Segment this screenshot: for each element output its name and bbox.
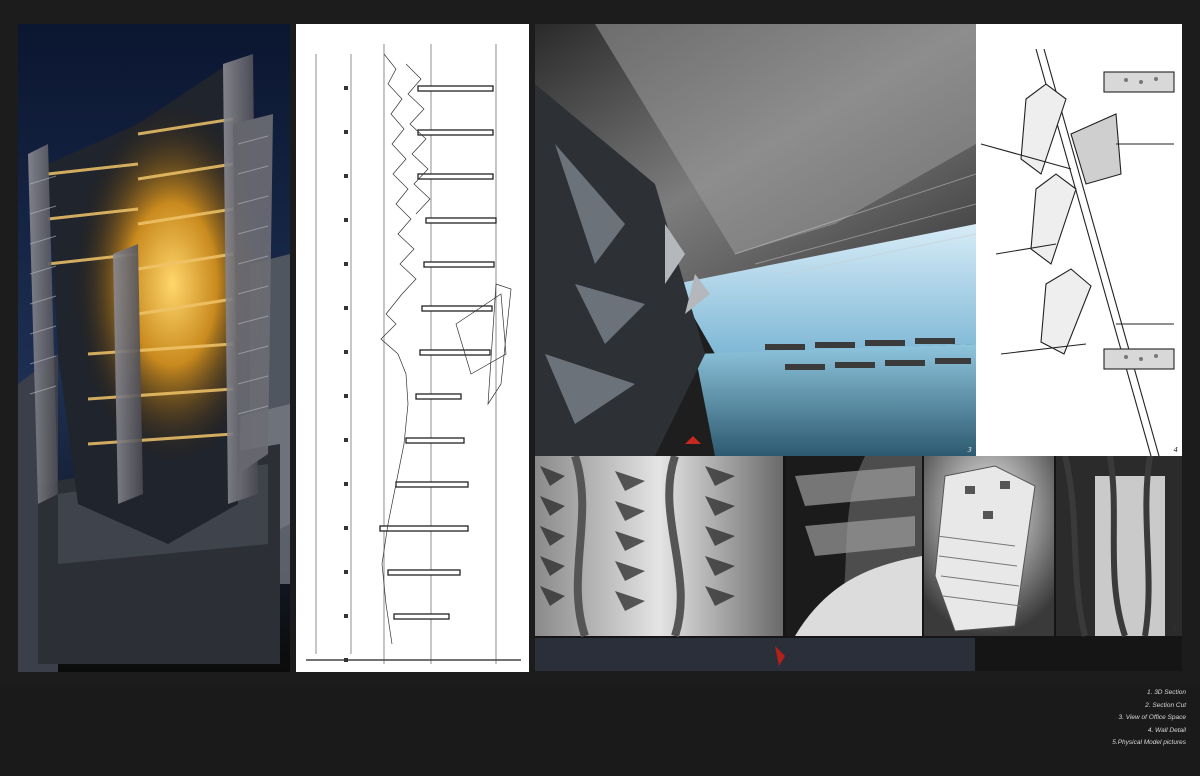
caption-item-2: 2. Section Cut bbox=[1145, 701, 1186, 709]
caption-list: 1. 3D Section 2. Section Cut 3. View of … bbox=[986, 688, 1186, 751]
office-space-render bbox=[535, 24, 976, 456]
caption-item-4: 4. Wall Detail bbox=[1147, 726, 1186, 734]
3d-section-render bbox=[18, 24, 290, 672]
panel-model-photos: 5 bbox=[535, 456, 1182, 671]
caption-item-5: 5.Physical Model pictures bbox=[1112, 739, 1186, 746]
panel-wall-detail: 4 bbox=[976, 24, 1182, 456]
panel-number-3: 3 bbox=[967, 446, 972, 454]
panel-number-4: 4 bbox=[1173, 446, 1178, 454]
panel-3d-section: 1 bbox=[18, 24, 290, 672]
caption-item-1: 1. 3D Section bbox=[1146, 689, 1186, 696]
physical-model-photos bbox=[535, 456, 1182, 671]
panel-number-5: 5 bbox=[1172, 624, 1177, 632]
panel-office-view: 3 bbox=[535, 24, 976, 456]
wall-detail-drawing bbox=[980, 48, 1175, 456]
caption-item-3: 3. View of Office Space bbox=[1118, 714, 1186, 721]
section-cut-drawing bbox=[306, 44, 521, 664]
panel-section-cut: 2 bbox=[296, 24, 529, 672]
